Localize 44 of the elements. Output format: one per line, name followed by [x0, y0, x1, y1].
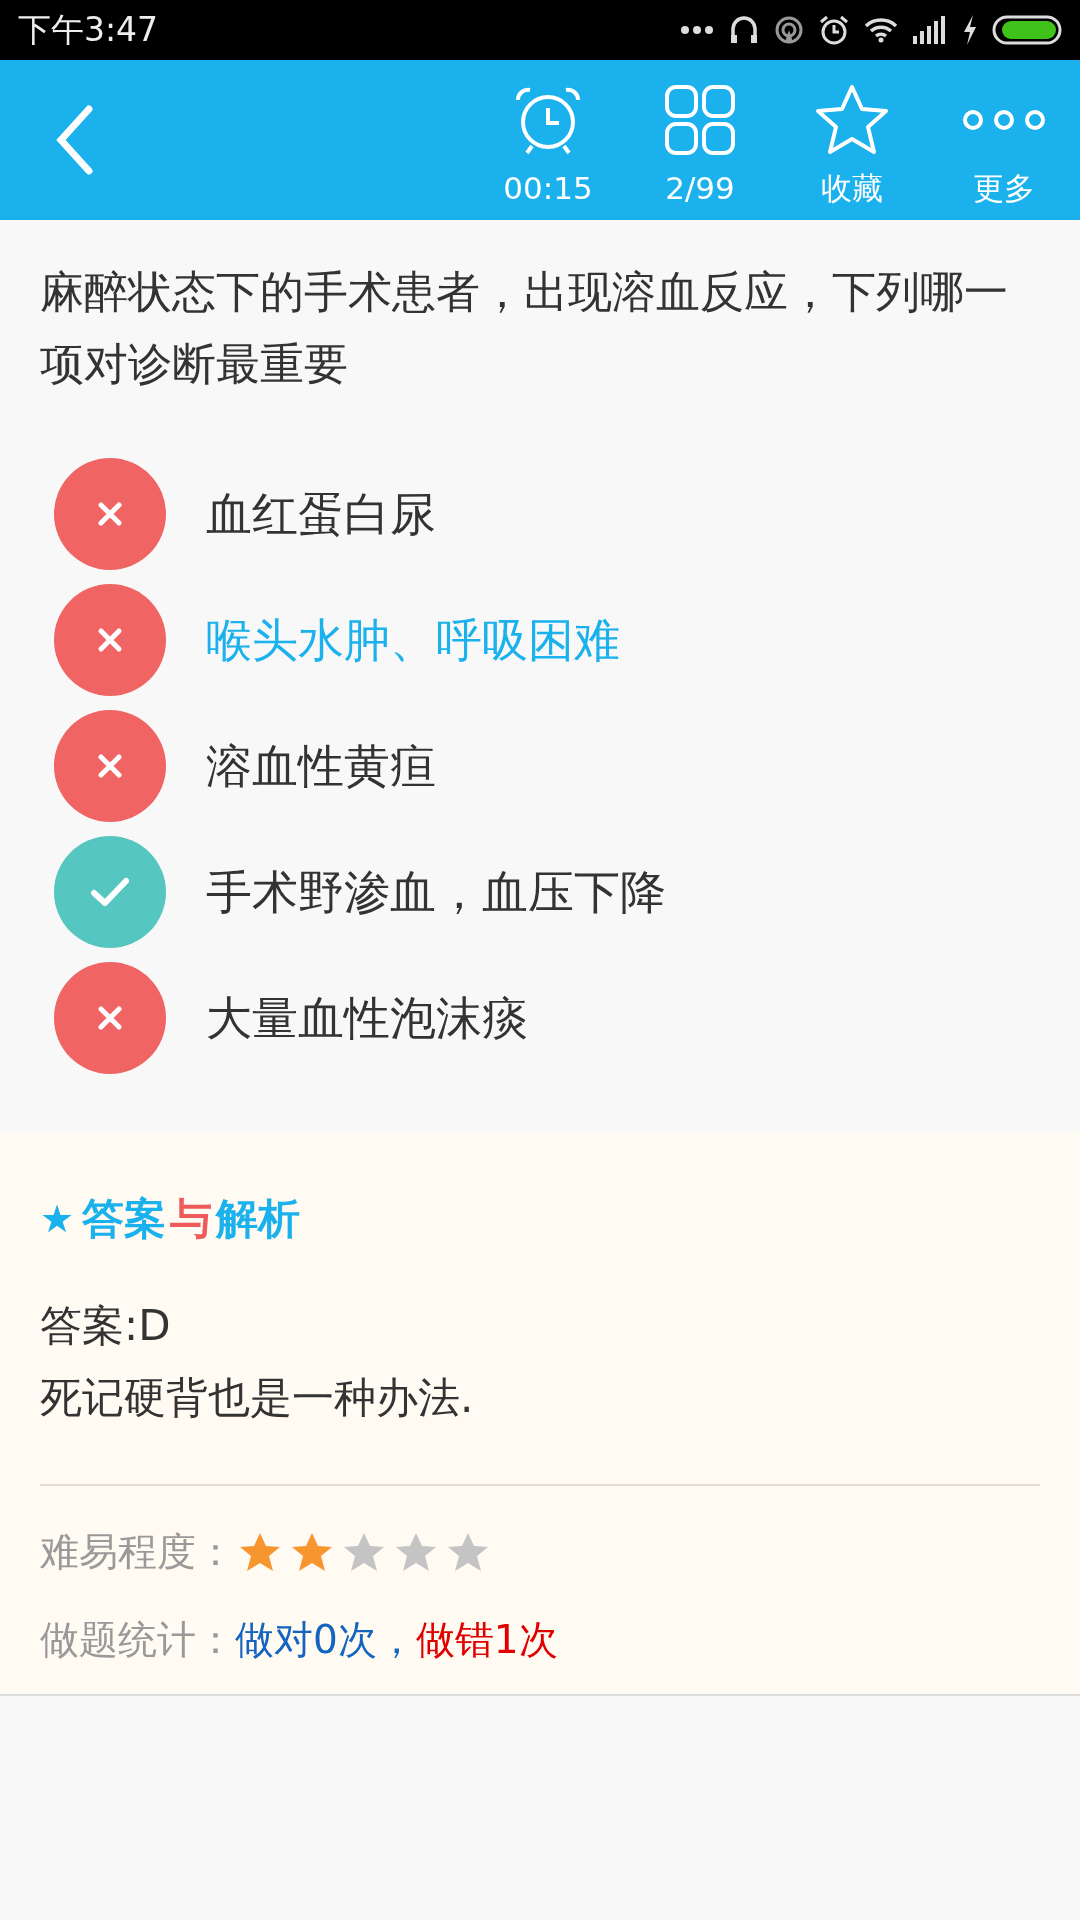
option-text: 喉头水肿、呼吸困难 — [206, 611, 620, 669]
toolbar-button[interactable]: 00:15 — [472, 60, 624, 220]
star-icon — [343, 1532, 385, 1572]
star-icon — [447, 1532, 489, 1572]
heading-text: 解析 — [214, 1193, 302, 1245]
stats-value: 做错1次 — [415, 1615, 558, 1664]
toolbar-button[interactable]: 更多 — [928, 60, 1080, 220]
stats-value: 做对0次 — [235, 1615, 377, 1664]
question-text: 麻醉状态下的手术患者，出现溶血反应，下列哪一项对诊断最重要 — [39, 265, 1009, 391]
alarm-icon — [818, 14, 850, 46]
more-icon — [961, 107, 1047, 133]
explanation-text: 死记硬背也是一种办法. — [40, 1372, 475, 1424]
signal-icon — [912, 16, 948, 44]
answer-option[interactable]: 溶血性黄疸 — [54, 710, 1026, 822]
notification-dots-icon — [680, 25, 714, 35]
headset-icon — [728, 14, 760, 46]
stats-label: 做题统计： — [40, 1615, 235, 1664]
answer-option[interactable]: 手术野渗血，血压下降 — [54, 836, 1026, 948]
star-icon — [395, 1532, 437, 1572]
wifi-icon — [864, 17, 898, 43]
answer-option[interactable]: 血红蛋白尿 — [54, 458, 1026, 570]
back-icon — [55, 105, 95, 175]
toolbar-button[interactable]: 2/99 — [624, 60, 776, 220]
star-icon — [814, 84, 890, 156]
option-text: 血红蛋白尿 — [206, 485, 436, 543]
answer-option[interactable]: 喉头水肿、呼吸困难 — [54, 584, 1026, 696]
option-text: 手术野渗血，血压下降 — [206, 863, 666, 921]
grid-icon — [664, 84, 736, 156]
difficulty-label: 难易程度： — [40, 1527, 235, 1576]
answer-option[interactable]: 大量血性泡沫痰 — [54, 962, 1026, 1074]
stats-value: ， — [376, 1615, 416, 1664]
heading-text: 答案 — [81, 1193, 168, 1245]
hotspot-icon — [774, 15, 804, 45]
option-text: 溶血性黄疸 — [206, 737, 436, 795]
answer-text: 答案:D — [40, 1300, 172, 1352]
heading-text: 与 — [169, 1193, 214, 1245]
charging-icon — [962, 15, 978, 45]
toolbar-button[interactable]: 收藏 — [776, 60, 928, 220]
battery-icon — [992, 15, 1062, 45]
option-text: 大量血性泡沫痰 — [206, 989, 528, 1047]
star-icon — [291, 1532, 333, 1572]
star-icon — [239, 1532, 281, 1572]
status-time: 下午3:47 — [18, 9, 159, 52]
star-icon: ★ — [40, 1189, 75, 1249]
